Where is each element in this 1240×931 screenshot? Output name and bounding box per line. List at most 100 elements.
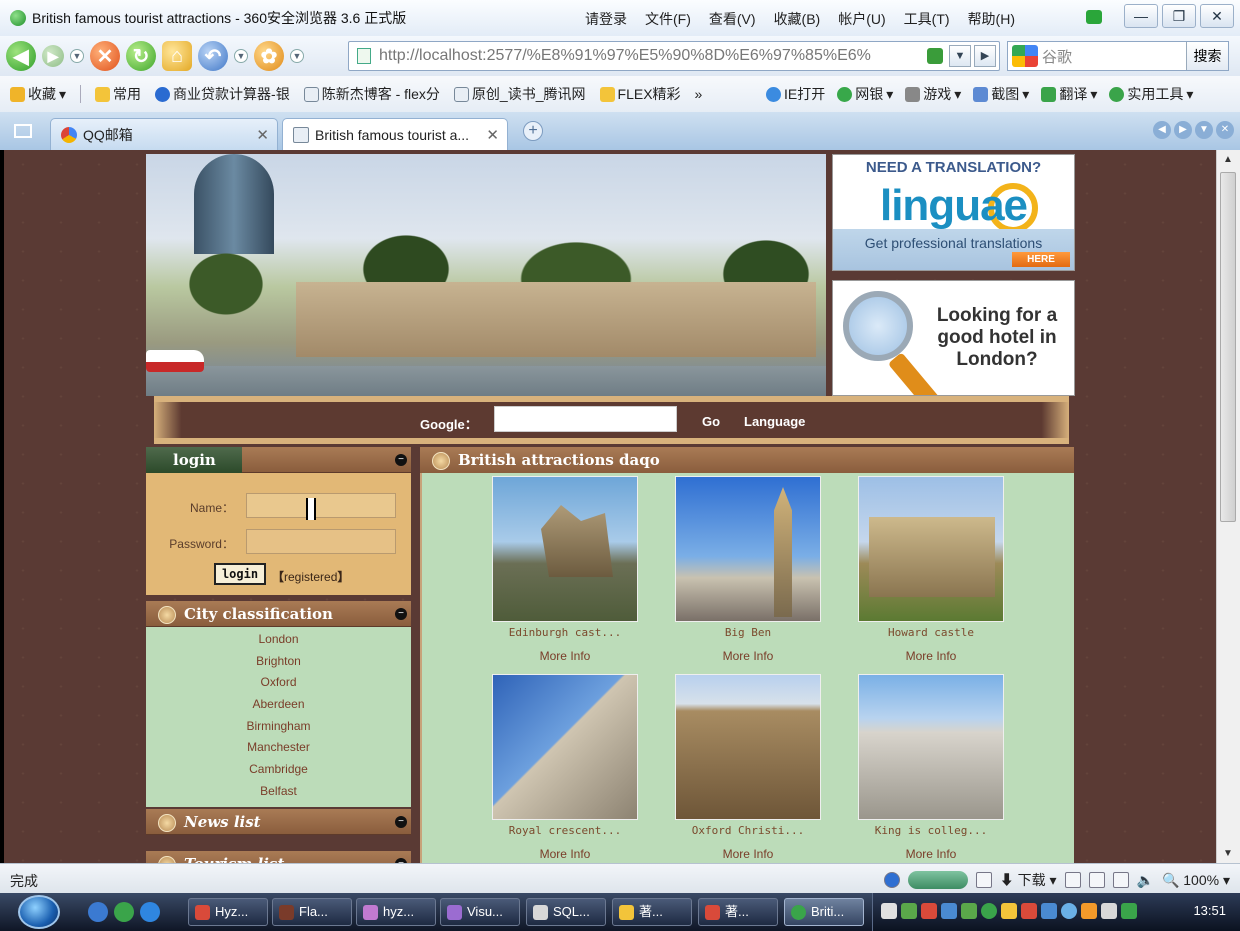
tab-british-attractions[interactable]: British famous tourist a... ✕	[282, 118, 508, 150]
register-link[interactable]: 【registered】	[272, 568, 349, 585]
news-panel-header[interactable]: News list −	[146, 809, 411, 835]
shield-icon[interactable]	[1121, 903, 1137, 919]
fav-tencent[interactable]: 原创_读书_腾讯网	[453, 84, 586, 104]
more-info-link[interactable]: More Info	[856, 649, 1006, 663]
image-icon[interactable]	[1112, 872, 1129, 888]
city-belfast[interactable]: Belfast	[146, 784, 411, 798]
zoom-control[interactable]: 🔍 100% ▾	[1162, 872, 1230, 889]
tab-close-all-icon[interactable]: ✕	[1216, 121, 1234, 139]
stop-icon[interactable]: ✕	[90, 41, 120, 71]
taskbar-item[interactable]: 著...	[698, 898, 778, 926]
city-manchester[interactable]: Manchester	[146, 740, 411, 754]
tray-app-icon[interactable]	[921, 903, 937, 919]
fav-flex[interactable]: FLEX精彩	[599, 84, 681, 104]
tray-app-icon[interactable]	[1081, 903, 1097, 919]
ie-open[interactable]: IE打开	[766, 84, 825, 104]
fav-blog[interactable]: 陈新杰博客 - flex分	[303, 84, 440, 104]
speaker-icon[interactable]: 🔈	[1137, 872, 1154, 889]
taskbar-item[interactable]: 著...	[612, 898, 692, 926]
edinburgh-castle-photo[interactable]	[492, 476, 638, 622]
window-icon[interactable]	[975, 872, 992, 888]
panel-icon[interactable]	[1064, 872, 1081, 888]
taskbar-item[interactable]: Visu...	[440, 898, 520, 926]
tourism-panel-header[interactable]: Tourism list −	[146, 851, 411, 863]
go-arrow-icon[interactable]: ▶	[974, 45, 996, 67]
menu-view[interactable]: 查看(V)	[709, 9, 756, 29]
tray-app-icon[interactable]	[961, 903, 977, 919]
taskbar-item[interactable]: Fla...	[272, 898, 352, 926]
collapse-icon[interactable]: −	[395, 608, 407, 620]
tray-app-icon[interactable]	[881, 903, 897, 919]
city-oxford[interactable]: Oxford	[146, 675, 411, 689]
home-icon[interactable]: ⌂	[162, 41, 192, 71]
tab-qq-mail[interactable]: QQ邮箱 ✕	[50, 118, 278, 150]
more-info-link[interactable]: More Info	[673, 649, 823, 663]
howard-castle-photo[interactable]	[858, 476, 1004, 622]
collapse-icon[interactable]: −	[395, 816, 407, 828]
undo-dropdown-icon[interactable]: ▼	[234, 49, 248, 63]
history-dropdown-icon[interactable]: ▼	[70, 49, 84, 63]
back-icon[interactable]: ◀	[6, 41, 36, 71]
tab-scroll-left-icon[interactable]: ◀	[1153, 121, 1171, 139]
start-button[interactable]	[18, 895, 60, 929]
search-input[interactable]: 谷歌	[1042, 46, 1186, 67]
fav-common[interactable]: 常用	[95, 84, 141, 104]
scroll-down-icon[interactable]: ▼	[1223, 848, 1233, 859]
minimize-button[interactable]: —	[1124, 4, 1158, 28]
big-ben-photo[interactable]	[675, 476, 821, 622]
utilities[interactable]: 实用工具 ▾	[1109, 84, 1193, 104]
tray-app-icon[interactable]	[981, 903, 997, 919]
tray-app-icon[interactable]	[1061, 903, 1077, 919]
accelerator-toggle[interactable]	[907, 871, 968, 889]
city-cambridge[interactable]: Cambridge	[146, 762, 411, 776]
password-input[interactable]	[246, 529, 396, 554]
more-info-link[interactable]: More Info	[856, 847, 1006, 861]
maximize-button[interactable]: ❐	[1162, 4, 1196, 28]
close-button[interactable]: ✕	[1200, 4, 1234, 28]
clock[interactable]: 13:51	[1193, 903, 1226, 918]
google-icon[interactable]	[1012, 45, 1038, 67]
name-input[interactable]	[246, 493, 396, 518]
menu-help[interactable]: 帮助(H)	[968, 9, 1015, 29]
refresh-icon[interactable]: ↻	[126, 41, 156, 71]
sidebar-toggle-icon[interactable]	[14, 124, 32, 138]
city-birmingham[interactable]: Birmingham	[146, 719, 411, 733]
scroll-up-icon[interactable]: ▲	[1223, 154, 1233, 165]
login-button[interactable]: login	[214, 563, 266, 585]
address-bar[interactable]: http://localhost:2577/%E8%91%97%E5%90%8D…	[348, 41, 1000, 71]
vertical-scrollbar[interactable]: ▲ ▼	[1216, 150, 1240, 863]
tab-scroll-right-icon[interactable]: ▶	[1174, 121, 1192, 139]
menu-tools[interactable]: 工具(T)	[904, 9, 950, 29]
quicklaunch-ie-icon[interactable]	[140, 902, 160, 922]
quicklaunch-explorer-icon[interactable]	[88, 902, 108, 922]
undo-close-icon[interactable]: ↶	[198, 41, 228, 71]
new-tab-icon[interactable]: +	[523, 121, 543, 141]
favorites-menu[interactable]: 收藏 ▾	[10, 84, 66, 104]
search-button[interactable]: 搜索	[1186, 42, 1228, 70]
address-dropdown-icon[interactable]: ▼	[949, 45, 971, 67]
ad-here-button[interactable]: HERE	[1012, 252, 1070, 267]
more-info-link[interactable]: More Info	[673, 847, 823, 861]
paw-dropdown-icon[interactable]: ▼	[290, 49, 304, 63]
fav-loan-calculator[interactable]: 商业贷款计算器-银	[155, 84, 290, 104]
tray-app-icon[interactable]	[1041, 903, 1057, 919]
online-banking[interactable]: 网银 ▾	[837, 84, 893, 104]
city-london[interactable]: London	[146, 632, 411, 646]
oxford-christ-church-photo[interactable]	[675, 674, 821, 820]
quicklaunch-360-icon[interactable]	[114, 902, 134, 922]
fav-overflow-chevron[interactable]: »	[695, 86, 703, 102]
tray-app-icon[interactable]	[1021, 903, 1037, 919]
login-menu-link[interactable]: 请登录	[585, 9, 627, 29]
network-icon[interactable]	[1101, 903, 1117, 919]
more-info-link[interactable]: More Info	[490, 847, 640, 861]
paw-icon[interactable]: ✿	[254, 41, 284, 71]
city-brighton[interactable]: Brighton	[146, 654, 411, 668]
screenshot[interactable]: 截图 ▾	[973, 84, 1029, 104]
google-search-input[interactable]	[494, 406, 677, 432]
translation-ad[interactable]: NEED A TRANSLATION? linguae Get professi…	[832, 154, 1075, 271]
tab-list-icon[interactable]: ▼	[1195, 121, 1213, 139]
forward-icon[interactable]: ▶	[42, 45, 64, 67]
tray-app-icon[interactable]	[901, 903, 917, 919]
go-button[interactable]: Go	[702, 414, 720, 429]
tray-app-icon[interactable]	[941, 903, 957, 919]
